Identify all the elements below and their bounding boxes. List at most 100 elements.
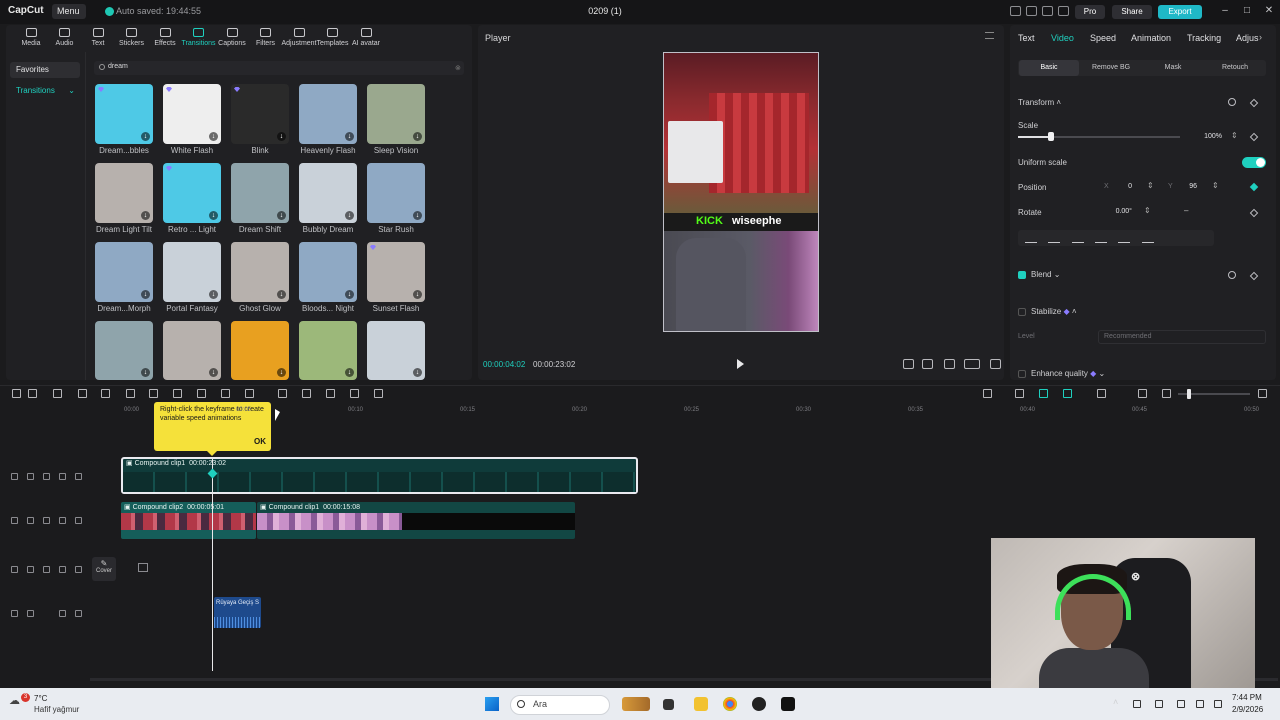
transition-tile[interactable]: ↓ [299,321,357,380]
speed-icon[interactable] [245,389,254,398]
stabilize-checkbox[interactable] [1018,308,1026,316]
magic-icon[interactable] [350,389,359,398]
download-icon[interactable]: ↓ [209,211,218,220]
weather-desc[interactable]: Hafif yağmur [34,705,79,714]
tray-app-icon[interactable] [1155,700,1163,708]
transition-tile[interactable]: ↓ [163,242,221,302]
transition-tile[interactable]: ↓ [299,242,357,302]
taskbar-search[interactable] [510,695,610,715]
transition-tile[interactable]: ↓ [95,242,153,302]
inspector-tab-tracking[interactable]: Tracking [1187,33,1221,43]
scale-value[interactable]: 100% [1192,131,1222,143]
playhead[interactable] [212,457,213,671]
pro-button[interactable]: Pro [1075,5,1105,19]
transition-tile[interactable]: ↓ [163,321,221,380]
delete-icon[interactable] [173,389,182,398]
download-icon[interactable]: ↓ [209,132,218,141]
more-icon[interactable] [75,610,82,617]
more-icon[interactable] [75,566,82,573]
transition-tile[interactable]: ↓ [367,163,425,223]
minimize-button[interactable]: – [1218,5,1232,16]
captions-icon[interactable] [374,389,383,398]
zoom-out-icon[interactable] [1162,389,1171,398]
transition-tile[interactable]: ↓ [163,163,221,223]
download-icon[interactable]: ↓ [209,368,218,377]
download-icon[interactable]: ↓ [345,368,354,377]
close-button[interactable]: ✕ [1262,5,1276,16]
align-bottom-icon[interactable] [1142,233,1154,243]
inspector-tab-adjus[interactable]: Adjus [1236,33,1259,43]
track-type-icon[interactable] [11,517,18,524]
redo-icon[interactable] [78,389,87,398]
search-value[interactable]: dream [108,63,128,70]
ai-icon[interactable] [326,389,335,398]
split-screen-icon[interactable] [1097,389,1106,398]
download-icon[interactable]: ↓ [345,290,354,299]
chevron-right-icon[interactable]: › [1259,32,1262,42]
shortcuts-icon[interactable] [1026,6,1037,16]
sidebar-item-favorites[interactable]: Favorites [10,62,80,78]
mirror-icon[interactable] [302,389,311,398]
file-explorer-icon[interactable] [694,697,708,711]
track-type-icon[interactable] [11,566,18,573]
blend-checkbox[interactable] [1018,271,1026,279]
chrome-icon[interactable] [723,697,737,711]
lock-icon[interactable] [27,566,34,573]
split-icon[interactable] [101,389,110,398]
subtab-retouch[interactable]: Retouch [1205,60,1265,76]
reset-icon[interactable] [1228,98,1236,106]
transition-tile[interactable]: ↓ [231,163,289,223]
tab-ai-avatar[interactable]: AI avatar [345,26,387,47]
download-icon[interactable]: ↓ [141,368,150,377]
transition-tile[interactable]: ↓ [95,163,153,223]
player-menu-icon[interactable] [985,32,994,39]
cover-button[interactable]: ✎ Cover [92,557,116,581]
transition-tile[interactable]: ↓ [231,321,289,380]
download-icon[interactable]: ↓ [277,290,286,299]
inspector-tab-speed[interactable]: Speed [1090,33,1116,43]
microphone-icon[interactable] [1177,700,1185,708]
link-icon[interactable] [1015,389,1024,398]
search-input[interactable] [94,61,464,75]
stepper-icon[interactable]: ⇕ [1231,131,1238,140]
clear-search-icon[interactable]: ⊗ [455,64,461,72]
transition-tile[interactable]: ↓ [163,84,221,144]
inspector-tab-animation[interactable]: Animation [1131,33,1171,43]
volume-icon[interactable] [59,517,66,524]
align-top-icon[interactable] [1095,233,1107,243]
lock-icon[interactable] [27,473,34,480]
zoom-in-icon[interactable] [1258,389,1267,398]
transition-tile[interactable]: ↓ [367,242,425,302]
microphone-icon[interactable] [983,389,992,398]
widgets-icon[interactable] [622,697,650,711]
download-icon[interactable]: ↓ [277,211,286,220]
track-type-icon[interactable] [11,473,18,480]
clock-date[interactable]: 2/9/2026 [1232,705,1263,714]
align-right-icon[interactable] [1072,233,1084,243]
volume-icon[interactable] [59,566,66,573]
subtab-mask[interactable]: Mask [1143,60,1203,76]
download-icon[interactable]: ↓ [277,368,286,377]
video-preview[interactable]: KICK wiseephe [663,52,819,332]
screen-icon[interactable] [1042,6,1053,16]
stepper-icon[interactable]: ⇕ [1147,181,1154,190]
windows-start-icon[interactable] [485,697,499,711]
snap-icon[interactable] [1063,389,1072,398]
layout-icon[interactable] [1010,6,1021,16]
freeze-icon[interactable] [278,389,287,398]
fullscreen-icon[interactable] [990,359,1001,369]
stepper-icon[interactable]: ⇕ [1144,206,1151,215]
enhance-checkbox[interactable] [1018,370,1026,378]
stepper-icon[interactable]: ⇕ [1212,181,1219,190]
blend-section[interactable]: Blend ⌄ [1031,270,1060,279]
subtab-basic[interactable]: Basic [1019,60,1079,76]
undo-icon[interactable] [53,389,62,398]
transition-tile[interactable]: ↓ [95,84,153,144]
crop-icon[interactable] [903,359,914,369]
menu-button[interactable]: Menu ⌄ [52,4,86,31]
trim-right-icon[interactable] [149,389,158,398]
download-icon[interactable]: ↓ [345,132,354,141]
obs-icon[interactable] [752,697,766,711]
eye-icon[interactable] [43,566,50,573]
rotate-dial[interactable]: – [1184,206,1188,215]
